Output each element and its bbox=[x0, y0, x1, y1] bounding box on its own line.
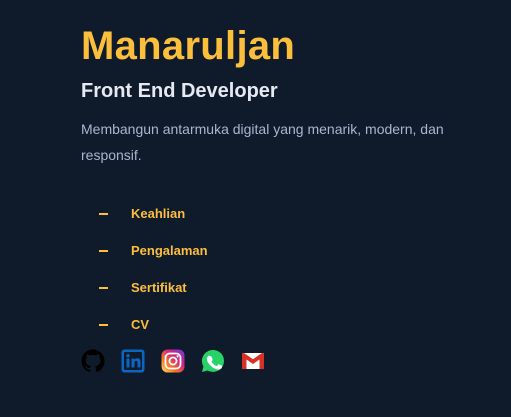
linkedin-icon[interactable] bbox=[121, 349, 145, 373]
nav-item-label: Keahlian bbox=[131, 205, 186, 221]
portfolio-page: Manaruljan Front End Developer Membangun… bbox=[0, 0, 511, 417]
nav-item-label: Pengalaman bbox=[131, 242, 208, 258]
section-nav: Keahlian Pengalaman Sertifikat CV bbox=[81, 195, 481, 343]
nav-item-label: Sertifikat bbox=[131, 279, 187, 295]
nav-item-cv[interactable]: CV bbox=[81, 306, 481, 343]
hero-section: Manaruljan Front End Developer Membangun… bbox=[81, 22, 481, 373]
nav-item-pengalaman[interactable]: Pengalaman bbox=[81, 232, 481, 269]
page-title: Manaruljan bbox=[81, 24, 296, 68]
nav-item-keahlian[interactable]: Keahlian bbox=[81, 195, 481, 232]
job-title: Front End Developer bbox=[81, 80, 278, 102]
github-icon[interactable] bbox=[81, 349, 105, 373]
hero-description: Membangun antarmuka digital yang menarik… bbox=[81, 121, 444, 163]
whatsapp-icon[interactable] bbox=[201, 349, 225, 373]
gmail-icon[interactable] bbox=[241, 349, 265, 373]
nav-item-label: CV bbox=[131, 316, 150, 332]
nav-dash bbox=[99, 249, 108, 252]
instagram-icon[interactable] bbox=[161, 349, 185, 373]
nav-dash bbox=[99, 323, 108, 326]
nav-dash bbox=[99, 286, 108, 289]
social-links bbox=[81, 349, 481, 373]
nav-item-sertifikat[interactable]: Sertifikat bbox=[81, 269, 481, 306]
nav-dash bbox=[99, 212, 108, 215]
